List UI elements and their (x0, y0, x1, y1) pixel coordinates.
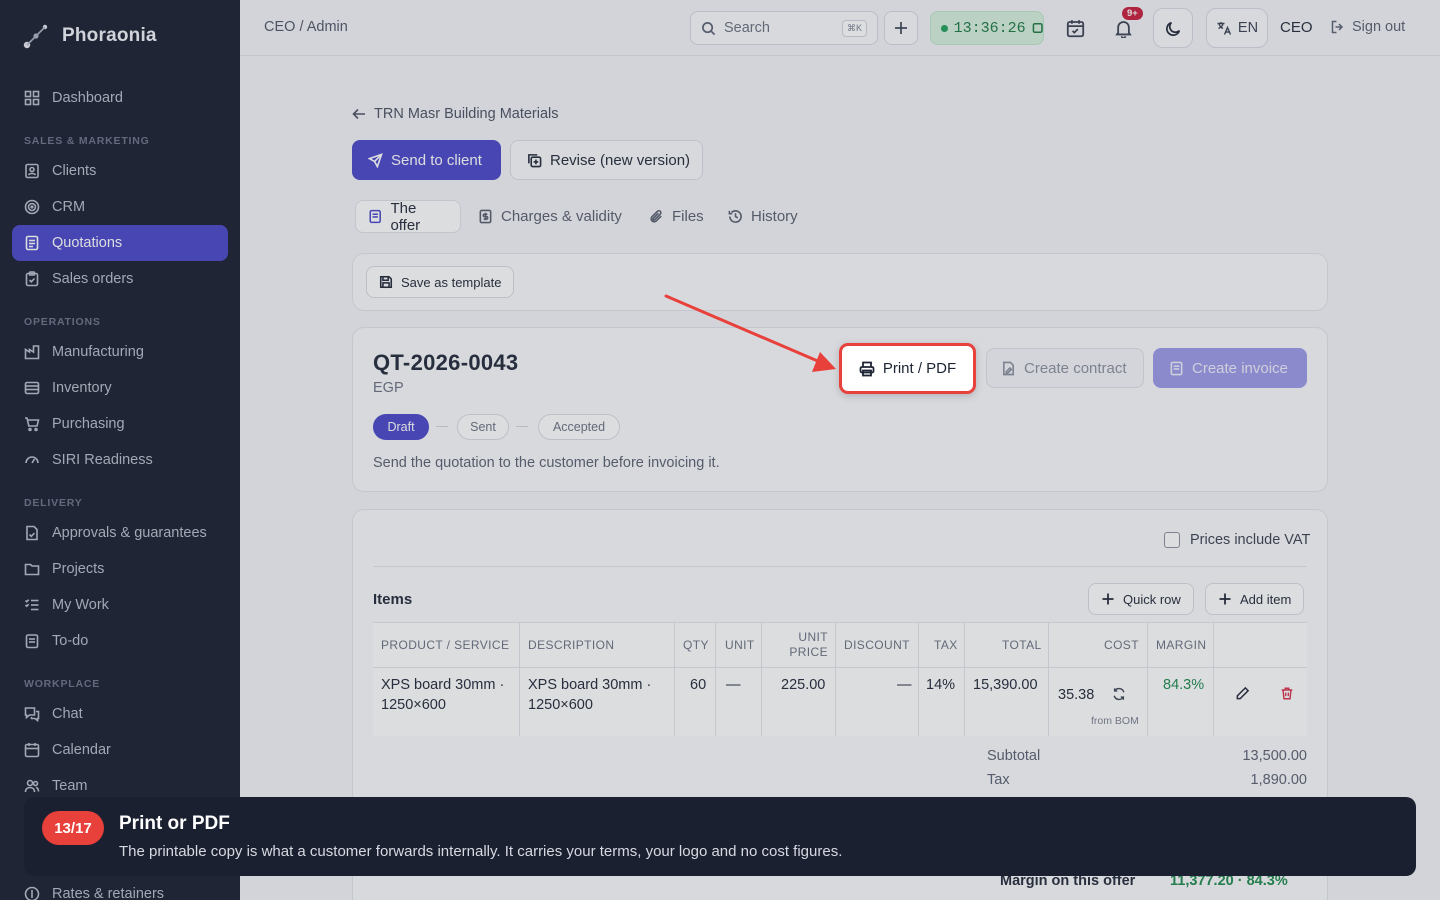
tour-dim-overlay (0, 0, 1440, 900)
tour-step-badge: 13/17 (42, 811, 104, 845)
print-label: Print / PDF (882, 360, 957, 377)
tour-banner: 13/17 Print or PDF The printable copy is… (24, 797, 1416, 876)
print-pdf-button[interactable]: Print / PDF (839, 343, 976, 394)
tour-body: The printable copy is what a customer fo… (119, 843, 843, 860)
printer-icon (859, 361, 875, 376)
tour-title: Print or PDF (119, 813, 230, 834)
tour-arrow-icon (664, 294, 836, 372)
